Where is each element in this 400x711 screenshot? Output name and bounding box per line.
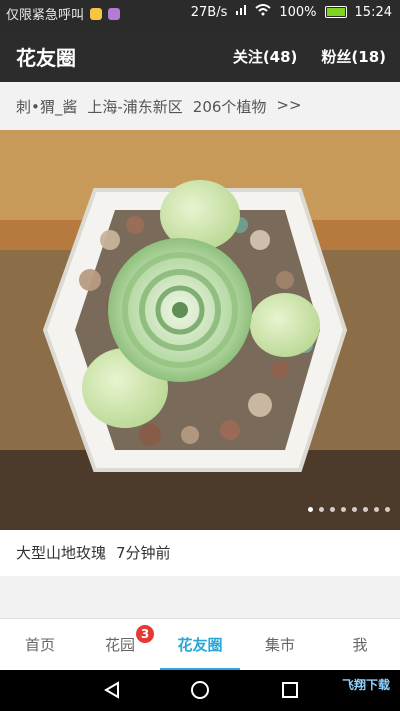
status-right: 27B/s 100% 15:24	[191, 4, 392, 20]
tab-market[interactable]: 集市	[240, 619, 320, 671]
carousel-dot[interactable]	[341, 507, 346, 512]
tab-garden[interactable]: 花园 3	[80, 619, 160, 671]
carousel-dot[interactable]	[385, 507, 390, 512]
tab-home[interactable]: 首页	[0, 619, 80, 671]
fans-button[interactable]: 粉丝(18)	[321, 46, 386, 67]
app-bar: 花友圈 关注(48) 粉丝(18)	[0, 28, 400, 82]
home-icon[interactable]	[190, 680, 210, 704]
plant-count: 206个植物	[192, 98, 267, 116]
carousel-dot[interactable]	[308, 507, 313, 512]
back-icon[interactable]	[102, 680, 122, 704]
post-title: 大型山地玫瑰	[16, 544, 107, 562]
post-time: 7分钟前	[116, 544, 171, 562]
carousel-dot[interactable]	[330, 507, 335, 512]
battery-percent: 100%	[279, 4, 317, 20]
signal-icon	[235, 4, 247, 20]
post-caption[interactable]: 大型山地玫瑰 7分钟前	[0, 530, 400, 576]
user-info: 刺•猬_酱 上海-浦东新区 206个植物 >>	[16, 96, 302, 117]
page-title: 花友圈	[16, 46, 76, 70]
battery-icon	[324, 6, 347, 18]
caption-inner: 大型山地玫瑰 7分钟前	[16, 542, 171, 563]
post-photo[interactable]	[0, 130, 400, 530]
tab-garden-label: 花园	[104, 636, 135, 654]
carousel-indicator[interactable]	[308, 507, 390, 512]
system-nav-bar: 飞翔下载	[0, 670, 400, 711]
more-link[interactable]: >>	[276, 96, 301, 117]
tab-market-label: 集市	[264, 636, 295, 654]
carousel-dot[interactable]	[352, 507, 357, 512]
garden-badge: 3	[136, 625, 154, 643]
user-name[interactable]: 刺•猬_酱	[16, 96, 77, 117]
post-user-row[interactable]: 刺•猬_酱 上海-浦东新区 206个植物 >>	[0, 82, 400, 130]
app-actions: 关注(48) 粉丝(18)	[233, 46, 386, 67]
tab-me-label: 我	[352, 636, 368, 654]
watermark: 飞翔下载	[341, 678, 390, 692]
tab-me[interactable]: 我	[320, 619, 400, 671]
status-bar: 仅限紧急呼叫 27B/s 100% 15:24	[0, 0, 400, 28]
following-button[interactable]: 关注(48)	[233, 46, 298, 67]
wifi-icon	[255, 4, 272, 20]
tab-flower-circle[interactable]: 花友圈	[160, 619, 240, 671]
status-left: 仅限紧急呼叫	[6, 4, 121, 23]
tab-home-label: 首页	[24, 636, 55, 654]
carousel-dot[interactable]	[374, 507, 379, 512]
carousel-dot[interactable]	[363, 507, 368, 512]
app-notification-icon	[108, 7, 121, 20]
user-location: 上海-浦东新区	[87, 98, 183, 116]
carousel-dot[interactable]	[319, 507, 324, 512]
notification-icon	[90, 7, 103, 20]
bottom-nav: 首页 花园 3 花友圈 集市 我	[0, 618, 400, 671]
clock: 15:24	[354, 4, 392, 20]
recent-apps-icon[interactable]	[280, 680, 300, 704]
network-speed: 27B/s	[190, 4, 228, 20]
succulent-photo	[0, 130, 400, 530]
emergency-text: 仅限紧急呼叫	[6, 8, 85, 23]
tab-flower-circle-label: 花友圈	[177, 636, 223, 654]
